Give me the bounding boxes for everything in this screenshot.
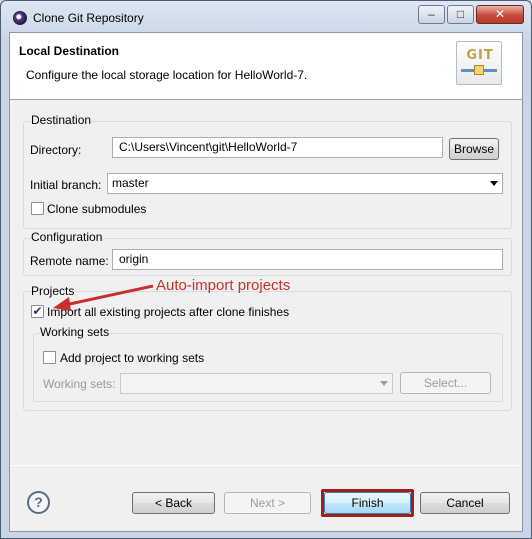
annotation-arrowhead xyxy=(53,297,71,311)
initial-branch-label: Initial branch: xyxy=(30,178,102,192)
browse-button[interactable]: Browse xyxy=(449,138,499,160)
configuration-group-label: Configuration xyxy=(31,230,103,244)
working-sets-label: Working sets: xyxy=(43,377,116,391)
working-sets-select[interactable] xyxy=(120,373,393,394)
footer-separator xyxy=(10,465,522,466)
add-to-working-sets-label[interactable]: Add project to working sets xyxy=(60,351,204,365)
cancel-button[interactable]: Cancel xyxy=(420,492,510,514)
next-button[interactable]: Next > xyxy=(224,492,311,514)
working-sets-group-label: Working sets xyxy=(40,325,110,339)
annotation-text: Auto-import projects xyxy=(156,277,291,294)
directory-label: Directory: xyxy=(30,143,82,157)
clone-submodules-checkbox[interactable] xyxy=(31,202,44,215)
finish-button[interactable]: Finish xyxy=(324,492,411,514)
chevron-down-icon xyxy=(490,181,498,186)
annotation-arrow-line xyxy=(64,284,154,307)
page-title: Local Destination xyxy=(19,44,120,58)
directory-input[interactable]: C:\Users\Vincent\git\HelloWorld-7 xyxy=(112,137,443,158)
window-title: Clone Git Repository xyxy=(33,11,144,25)
remote-name-input[interactable]: origin xyxy=(112,249,503,270)
dialog-window: Clone Git Repository – □ ✕ Local Destina… xyxy=(0,0,532,539)
minimize-button[interactable]: – xyxy=(418,5,445,24)
back-button[interactable]: < Back xyxy=(132,492,215,514)
annotation-arrow xyxy=(53,284,154,311)
git-logo-text: GIT xyxy=(466,48,494,63)
remote-name-label: Remote name: xyxy=(30,254,109,268)
add-to-working-sets-checkbox[interactable] xyxy=(43,351,56,364)
select-working-sets-button[interactable]: Select... xyxy=(400,372,491,394)
maximize-button[interactable]: □ xyxy=(447,5,474,24)
close-button[interactable]: ✕ xyxy=(476,5,524,24)
clone-submodules-label[interactable]: Clone submodules xyxy=(47,202,146,216)
initial-branch-value: master xyxy=(112,176,149,190)
initial-branch-select[interactable]: master xyxy=(107,173,503,194)
page-description: Configure the local storage location for… xyxy=(26,68,308,82)
git-logo-box xyxy=(474,65,484,75)
chevron-down-icon xyxy=(380,381,388,386)
git-logo-icon: GIT xyxy=(456,41,502,85)
title-bar[interactable]: Clone Git Repository – □ ✕ xyxy=(1,1,531,33)
eclipse-icon xyxy=(13,11,27,25)
wizard-header: Local Destination Configure the local st… xyxy=(10,33,522,100)
help-icon[interactable]: ? xyxy=(27,491,50,514)
import-projects-checkbox[interactable]: ✔ xyxy=(31,305,44,318)
destination-group-label: Destination xyxy=(31,113,92,127)
